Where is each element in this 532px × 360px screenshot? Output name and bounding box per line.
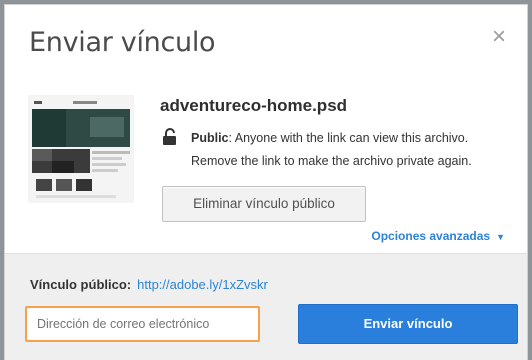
dialog-title: Enviar vínculo xyxy=(29,27,216,58)
psd-thumbnail xyxy=(28,95,134,203)
advanced-options-link[interactable]: Opciones avanzadas ▼ xyxy=(371,229,505,243)
public-link-url[interactable]: http://adobe.ly/1xZvskr xyxy=(137,277,268,292)
sharing-info-line1: Public: Anyone with the link can view th… xyxy=(191,127,521,150)
send-link-button[interactable]: Enviar vínculo xyxy=(298,304,518,344)
lock-open-icon xyxy=(163,128,176,145)
public-link-label: Vínculo público: xyxy=(30,277,132,292)
file-name: adventureco-home.psd xyxy=(160,96,348,115)
email-input[interactable] xyxy=(25,306,260,342)
public-description: : Anyone with the link can view this arc… xyxy=(228,131,469,145)
remove-public-link-button[interactable]: Eliminar vínculo público xyxy=(162,186,366,222)
advanced-options-label: Opciones avanzadas xyxy=(371,229,491,243)
chevron-down-icon: ▼ xyxy=(496,232,505,242)
public-label: Public xyxy=(191,131,229,145)
close-icon[interactable]: × xyxy=(489,25,509,49)
sharing-info-line2: Remove the link to make the archivo priv… xyxy=(191,154,472,168)
sharing-info: Public: Anyone with the link can view th… xyxy=(191,127,521,173)
public-link-row: Vínculo público: http://adobe.ly/1xZvskr xyxy=(30,277,268,292)
thumbnail-image xyxy=(28,95,134,203)
